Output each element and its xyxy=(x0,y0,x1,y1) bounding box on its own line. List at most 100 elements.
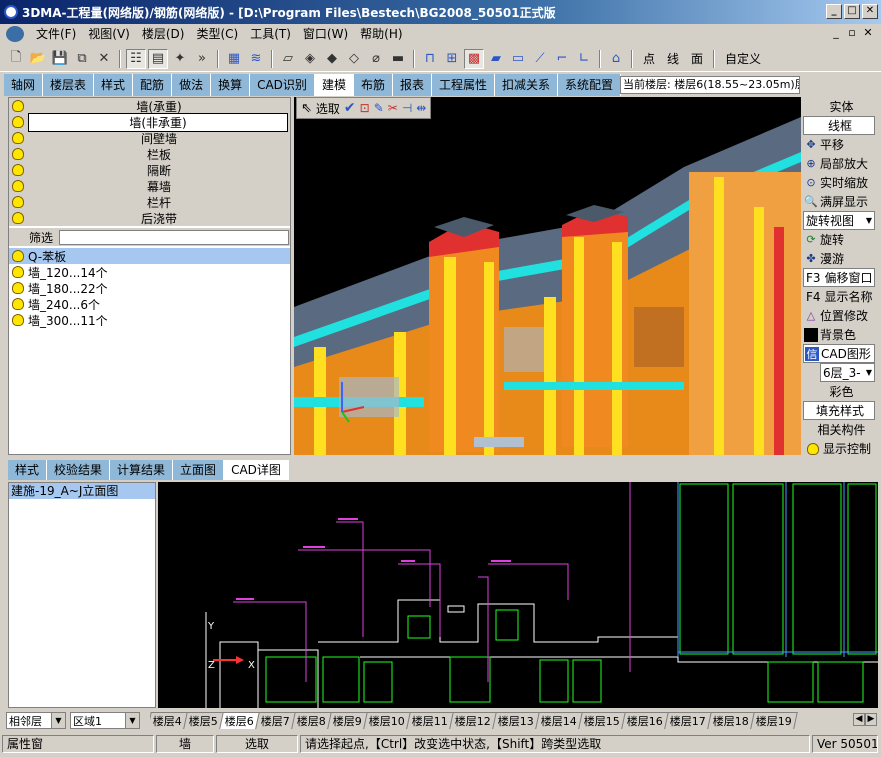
tab-rebar-config[interactable]: 配筋 xyxy=(133,74,173,96)
offset-window-button[interactable]: F3 偏移窗口 xyxy=(803,268,875,287)
roam-button[interactable]: ✤ 漫游 xyxy=(802,249,879,268)
floor-tab[interactable]: 楼层12 xyxy=(449,712,497,729)
bulb-icon[interactable] xyxy=(12,148,24,160)
floor-tab[interactable]: 楼层11 xyxy=(406,712,454,729)
tab-style[interactable]: 样式 xyxy=(8,460,48,480)
bulb-icon[interactable] xyxy=(12,314,24,326)
home-icon[interactable]: ⌂ xyxy=(606,49,626,69)
menu-tools[interactable]: 工具(T) xyxy=(244,24,297,44)
tool3-icon[interactable]: ◆ xyxy=(322,49,342,69)
scroll-right-icon[interactable]: ▶ xyxy=(865,713,877,726)
rotate-button[interactable]: ⟳ 旋转 xyxy=(802,230,879,249)
bulb-icon[interactable] xyxy=(12,116,24,128)
tab-elevation[interactable]: 立面图 xyxy=(173,460,225,480)
menu-floor[interactable]: 楼层(D) xyxy=(136,24,191,44)
paint-icon[interactable]: ▱ xyxy=(278,49,298,69)
floor-tab[interactable]: 楼层4 xyxy=(150,712,188,729)
related-components-label[interactable]: 相关构件 xyxy=(802,420,879,439)
tab-project-props[interactable]: 工程属性 xyxy=(431,74,495,96)
list-item[interactable]: 墙_240...6个 xyxy=(9,296,290,312)
bulb-icon[interactable] xyxy=(12,100,24,112)
column-icon[interactable]: ⊓ xyxy=(420,49,440,69)
corner-icon[interactable]: ∟ xyxy=(574,49,594,69)
floor-tab[interactable]: 楼层6 xyxy=(219,712,260,729)
edit-icon[interactable]: ✎ xyxy=(374,101,384,115)
new-file-icon[interactable]: 🗋 xyxy=(6,49,26,69)
brush-icon[interactable]: ◈ xyxy=(300,49,320,69)
category-row[interactable]: 幕墙 xyxy=(9,178,290,194)
zoom-local-button[interactable]: ⊕ 局部放大 xyxy=(802,154,879,173)
bulb-icon[interactable] xyxy=(12,132,24,144)
tab-method[interactable]: 做法 xyxy=(172,74,212,96)
zoom-all-button[interactable]: 🔍 满屏显示 xyxy=(802,192,879,211)
custom-button[interactable]: 自定义 xyxy=(720,50,766,67)
floor-tab[interactable]: 楼层13 xyxy=(492,712,540,729)
more-icon[interactable]: » xyxy=(192,49,212,69)
wireframe-button[interactable]: 线框 xyxy=(803,116,875,135)
copy-icon[interactable]: ⧉ xyxy=(72,49,92,69)
tab-check-results[interactable]: 校验结果 xyxy=(47,460,111,480)
save-icon[interactable]: 💾 xyxy=(50,49,70,69)
cad-graphic-button[interactable]: 信 CAD图形 xyxy=(803,344,875,363)
bulb-icon[interactable] xyxy=(12,298,24,310)
floor-tab[interactable]: 楼层18 xyxy=(707,712,755,729)
display-control-button[interactable]: 显示控制 xyxy=(802,439,879,458)
3d-viewport[interactable]: ⇖ 选取 ✔ ⊡ ✎ ✂ ⊣ ⇹ xyxy=(294,97,801,455)
rebar-icon[interactable]: ⟋ xyxy=(530,49,550,69)
category-row[interactable]: 后浇带 xyxy=(9,210,290,226)
tab-system-config[interactable]: 系统配置 xyxy=(558,74,622,96)
category-row[interactable]: 墙(非承重) xyxy=(9,112,290,132)
point-button[interactable]: 点 xyxy=(638,50,660,67)
floor-tab[interactable]: 楼层8 xyxy=(291,712,332,729)
floor-tab[interactable]: 楼层7 xyxy=(255,712,296,729)
menu-window[interactable]: 窗口(W) xyxy=(297,24,354,44)
beam-icon[interactable]: ▭ xyxy=(508,49,528,69)
cut-icon[interactable]: ✂ xyxy=(388,101,398,115)
tab-modeling[interactable]: 建模 xyxy=(314,74,354,96)
list-item[interactable]: 墙_300...11个 xyxy=(9,312,290,328)
tab-place-rebar[interactable]: 布筋 xyxy=(353,74,393,96)
menu-help[interactable]: 帮助(H) xyxy=(354,24,408,44)
category-row[interactable]: 间壁墙 xyxy=(9,130,290,146)
bulb-icon[interactable] xyxy=(12,180,24,192)
layers-icon[interactable]: ≋ xyxy=(246,49,266,69)
list-item[interactable]: 墙_180...22个 xyxy=(9,280,290,296)
category-row[interactable]: 隔断 xyxy=(9,162,290,178)
tab-cad-detail[interactable]: CAD详图 xyxy=(224,460,289,480)
wall-icon[interactable]: ⊞ xyxy=(442,49,462,69)
show-name-button[interactable]: F4 显示名称 xyxy=(802,287,879,306)
properties-icon[interactable]: ▤ xyxy=(148,48,168,69)
plate-icon[interactable]: ▰ xyxy=(486,49,506,69)
bulb-icon[interactable] xyxy=(12,196,24,208)
split-icon[interactable]: ⊣ xyxy=(402,101,412,115)
color-label[interactable]: 彩色 xyxy=(802,382,879,401)
floor-tab[interactable]: 楼层9 xyxy=(327,712,368,729)
list-item[interactable]: Q-苯板 xyxy=(9,248,290,264)
face-button[interactable]: 面 xyxy=(686,50,708,67)
bulb-icon[interactable] xyxy=(12,266,24,278)
grid-icon[interactable]: ▦ xyxy=(224,49,244,69)
floor-tab[interactable]: 楼层15 xyxy=(578,712,626,729)
zone-select[interactable]: 区域1 ▼ xyxy=(70,712,140,729)
tool4-icon[interactable]: ◇ xyxy=(344,49,364,69)
floor-tab[interactable]: 楼层19 xyxy=(750,712,798,729)
slab-icon[interactable]: ▩ xyxy=(464,48,484,69)
menu-view[interactable]: 视图(V) xyxy=(82,24,136,44)
open-folder-icon[interactable]: 📂 xyxy=(28,49,48,69)
check-icon[interactable]: ✔ xyxy=(344,100,356,116)
maximize-button[interactable]: □ xyxy=(844,4,860,19)
category-row[interactable]: 栏杆 xyxy=(9,194,290,210)
line-button[interactable]: 线 xyxy=(662,50,684,67)
floor-tab[interactable]: 楼层14 xyxy=(535,712,583,729)
zoom-realtime-button[interactable]: ⊙ 实时缩放 xyxy=(802,173,879,192)
tab-convert[interactable]: 换算 xyxy=(211,74,251,96)
ruler-icon[interactable]: ▬ xyxy=(388,49,408,69)
cad-layer-select[interactable]: 6层_3- ▼ xyxy=(820,363,875,382)
rotate-view-select[interactable]: 旋转视图 ▼ xyxy=(803,211,875,230)
layer-icon[interactable]: ☷ xyxy=(126,48,146,69)
tab-floor-table[interactable]: 楼层表 xyxy=(43,74,95,96)
fill-style-button[interactable]: 填充样式 xyxy=(803,401,875,420)
modify-position-button[interactable]: △ 位置修改 xyxy=(802,306,879,325)
bulb-icon[interactable] xyxy=(12,164,24,176)
menu-type[interactable]: 类型(C) xyxy=(190,24,244,44)
